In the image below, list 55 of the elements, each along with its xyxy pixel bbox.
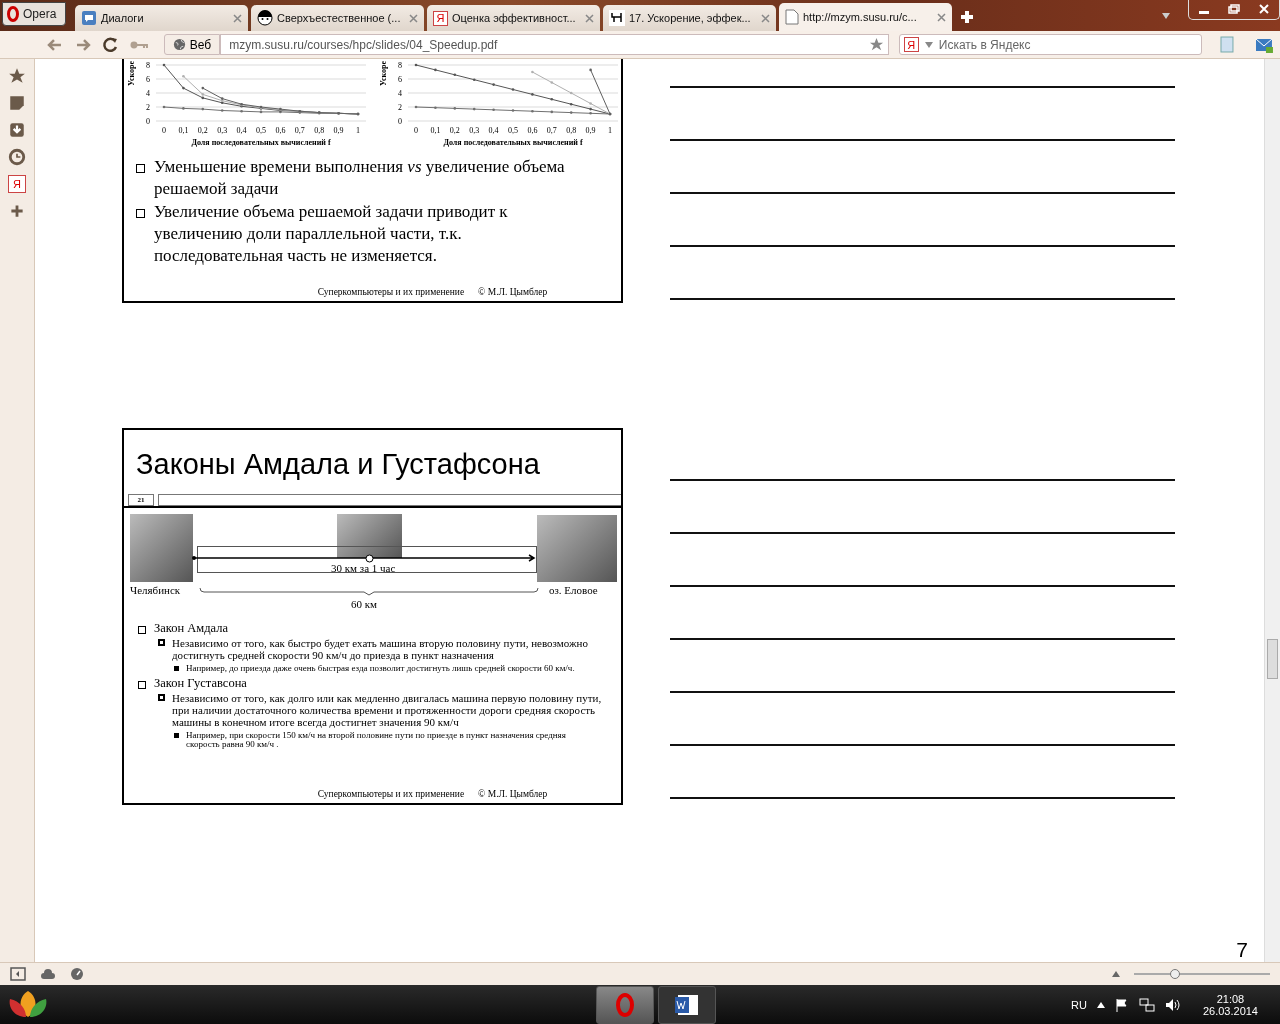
axis-tick-label: 0,4 — [488, 126, 499, 135]
axis-tick-label: 0,7 — [294, 126, 305, 135]
axis-tick-label: 0,8 — [314, 126, 325, 135]
axis-tick-label: 0,1 — [178, 126, 189, 135]
slide-footer: Суперкомпьютеры и их применение — [317, 287, 465, 297]
bullet-text: Уменьшение времени выполнения vs увеличение объема решаемой задачи — [154, 157, 565, 198]
axis-tick-label: 0,6 — [275, 126, 286, 135]
axis-label: Ускоре — [379, 61, 388, 87]
page-number: 7 — [1236, 938, 1248, 962]
axis-tick-label: 0,3 — [469, 126, 480, 135]
axis-tick-label: 6 — [146, 75, 150, 84]
axis-tick-label: 0,6 — [527, 126, 538, 135]
bullet-text: Независимо от того, как быстро будет ехать машина вторую половину пути, невозможно достигнуть средней скорости 90 км/ч до приезда в пункт назначения — [172, 637, 588, 661]
axis-tick-label: 8 — [146, 61, 150, 70]
bullet-text: Независимо от того, как долго или как медленно двигалась машина первую половину пути, при наличии достаточного количества времени и протяженности дороги средняя скорость машины в конечном итоге всегда достигнет значения 90 км/ч — [172, 691, 602, 728]
axis-tick-label: 0,9 — [333, 126, 344, 135]
axis-tick-label: 0 — [162, 126, 166, 135]
end-label: оз. Еловое — [549, 584, 598, 596]
axis-tick-label: 2 — [146, 103, 150, 112]
slide-title: Законы Амдала и Густафсона — [135, 447, 541, 482]
speed-label: 30 км за 1 час — [331, 562, 396, 574]
axis-tick-label: 8 — [398, 61, 402, 70]
axis-label: Доля последовательных вычислений f — [443, 138, 583, 147]
start-label: Челябинск — [130, 584, 181, 596]
axis-tick-label: 0,5 — [256, 126, 266, 135]
axis-label: Доля последовательных вычислений f — [191, 138, 331, 147]
axis-tick-label: 0 — [414, 126, 418, 135]
axis-tick-label: 1 — [356, 126, 360, 135]
bullet-text: Например, до приезда даже очень быстрая езда позволит достигнуть лишь средней скорости 60 км/ч. — [186, 663, 575, 673]
axis-tick-label: 2 — [398, 103, 402, 112]
bullet-text: Закон Амдала — [154, 621, 229, 635]
axis-tick-label: 6 — [398, 75, 402, 84]
axis-tick-label: 0,8 — [566, 126, 577, 135]
axis-tick-label: 0 — [146, 117, 150, 126]
axis-tick-label: 0,3 — [217, 126, 228, 135]
axis-tick-label: 0,5 — [508, 126, 518, 135]
axis-tick-label: 0,2 — [197, 126, 208, 135]
slide-author: © М.Л. Цымблер — [478, 789, 548, 799]
axis-tick-label: 0,2 — [449, 126, 460, 135]
bullet-text: Закон Густавсона — [154, 675, 247, 690]
slide-footer: Суперкомпьютеры и их применение — [317, 789, 465, 799]
bullet-text: Увеличение объема решаемой задачи приводит к увеличению доли параллельной части, т.к. последовательная часть не изменяется. — [154, 202, 508, 265]
axis-tick-label: 4 — [398, 89, 402, 98]
axis-tick-label: 1 — [608, 126, 612, 135]
axis-tick-label: 0,1 — [430, 126, 441, 135]
yandex-icon: Я — [433, 10, 448, 26]
axis-tick-label: 0,9 — [585, 126, 596, 135]
axis-tick-label: 4 — [146, 89, 150, 98]
axis-tick-label: 0,4 — [236, 126, 247, 135]
slide-author: © М.Л. Цымблер — [478, 287, 548, 297]
axis-label: Ускоре — [127, 61, 136, 87]
axis-tick-label: 0,7 — [546, 126, 557, 135]
distance-label: 60 км — [351, 598, 378, 610]
bullet-text: Например, при скорости 150 км/ч на второй половине пути по приезде в пункт назначения средняя скорость равна 90 км/ч . — [186, 729, 566, 749]
axis-tick-label: 0 — [398, 117, 402, 126]
